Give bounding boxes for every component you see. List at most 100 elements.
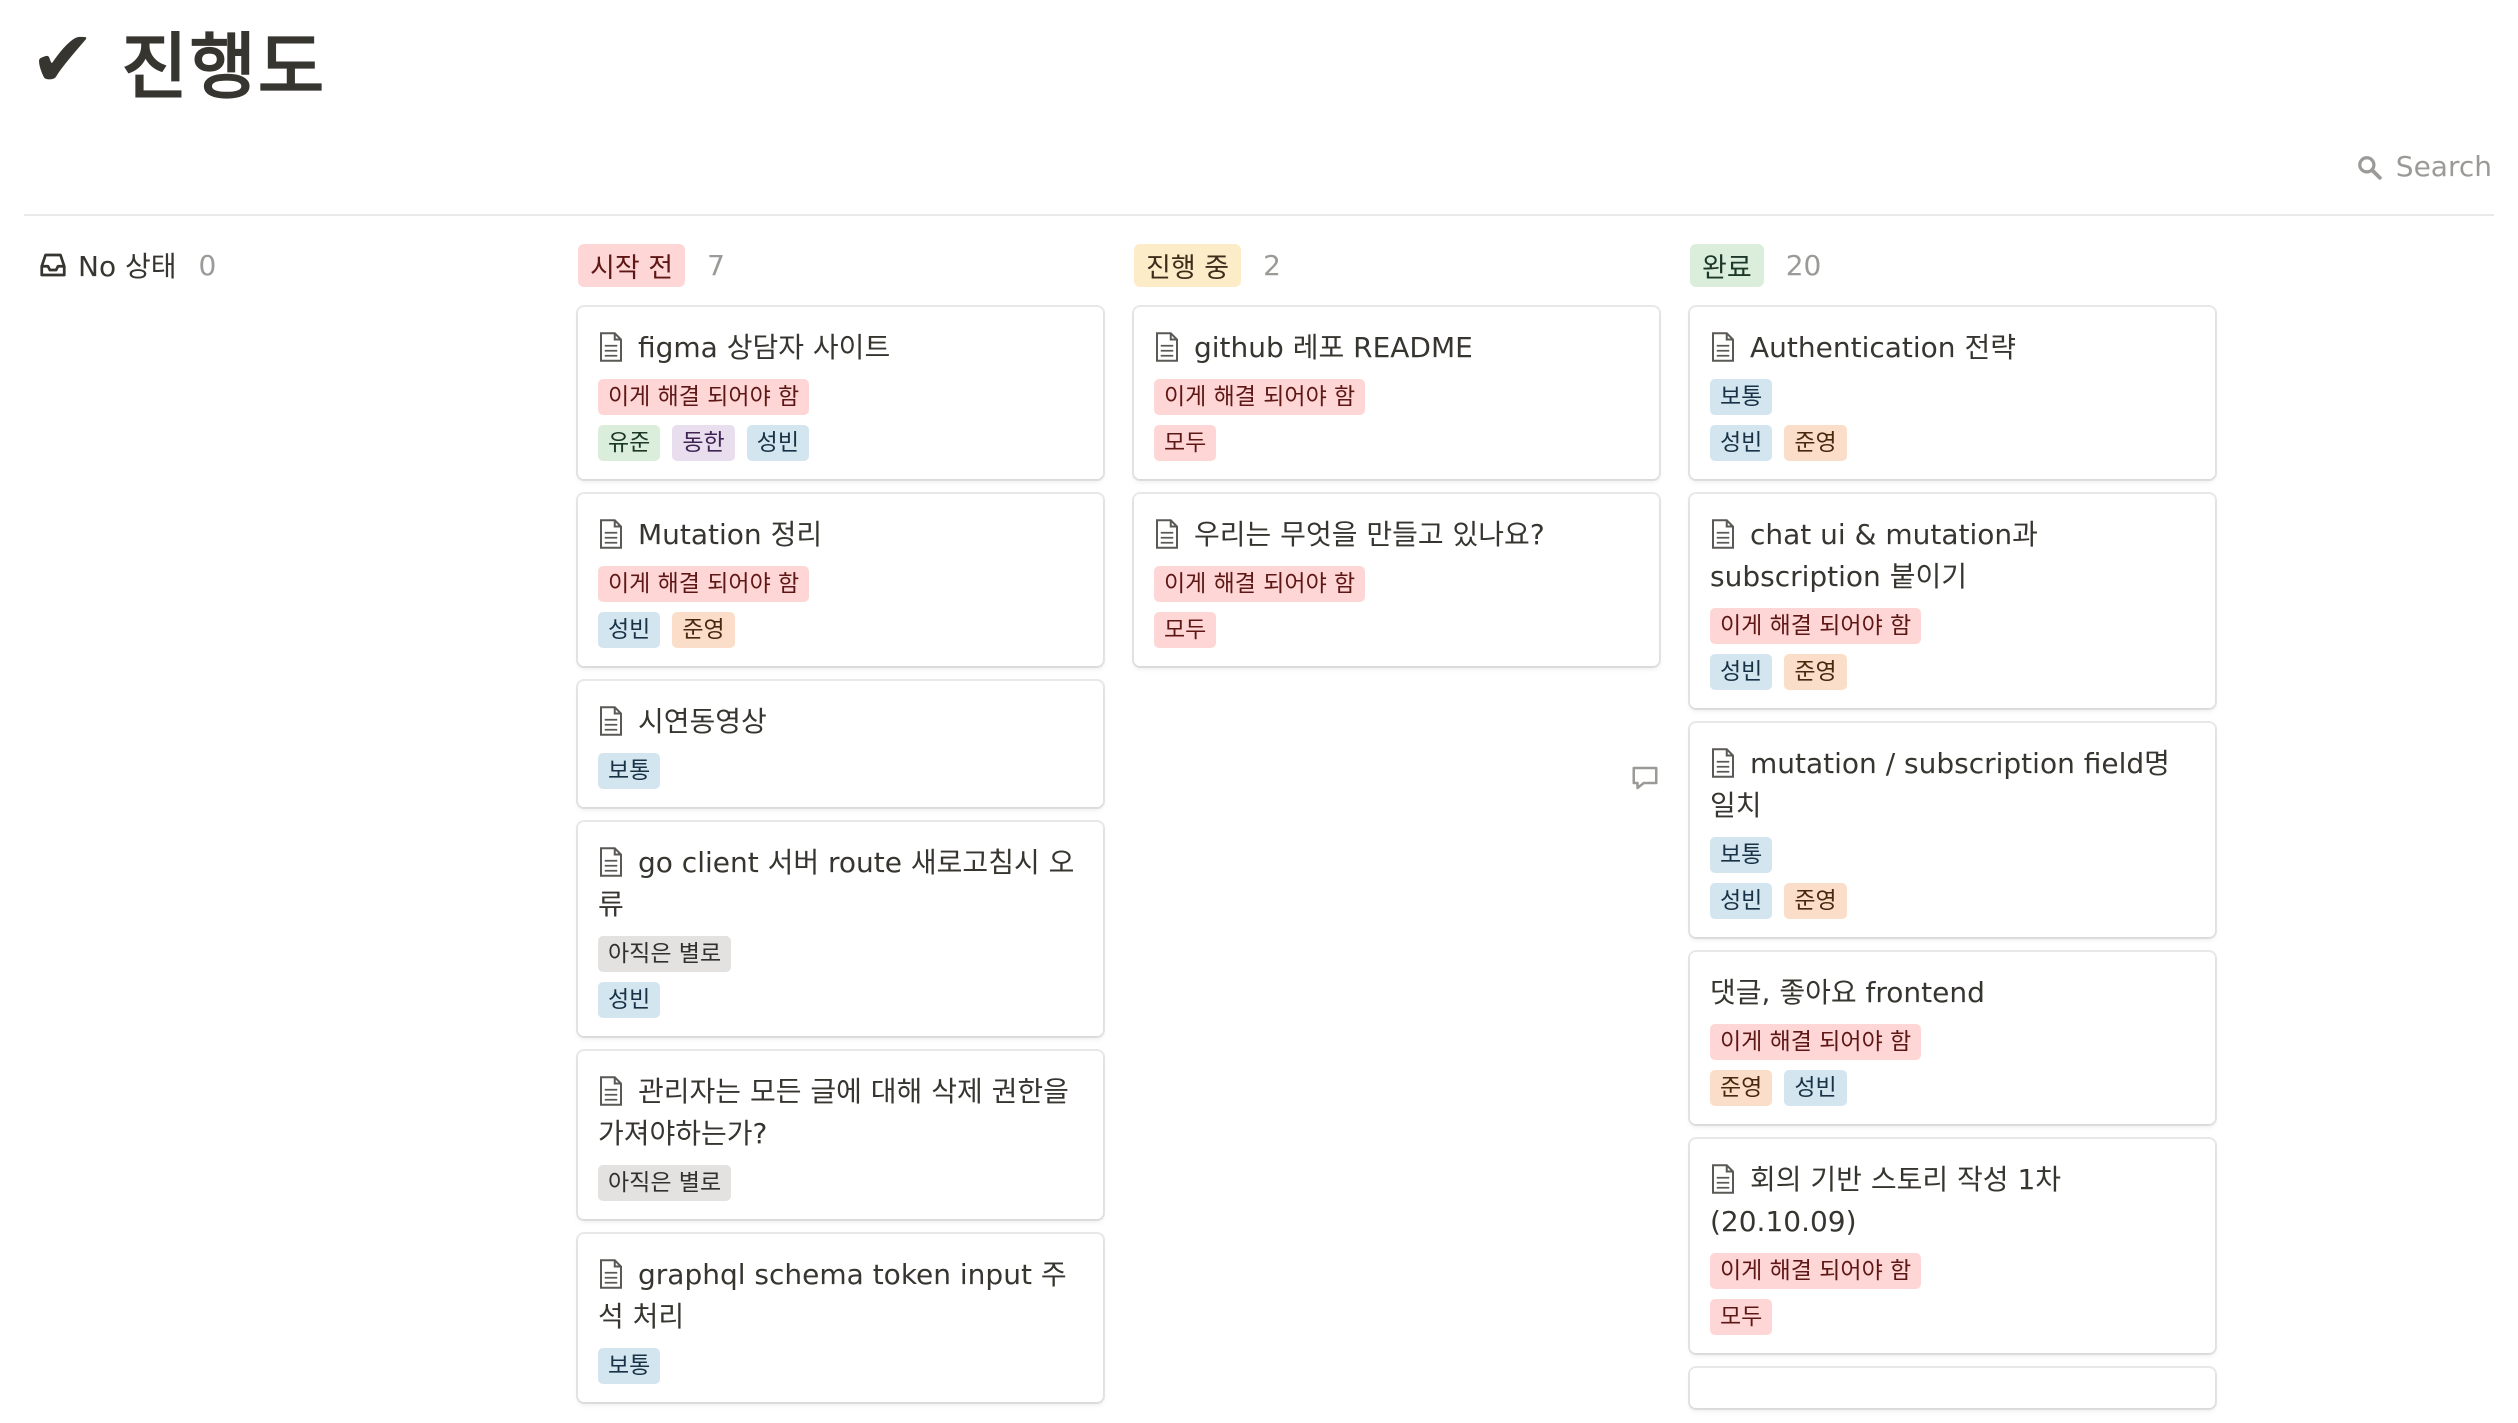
priority-tag: 이게 해결 되어야 함 (1710, 1024, 1922, 1060)
card-title: Authentication 전략 (1710, 327, 2195, 369)
card-title-text: Authentication 전략 (1750, 331, 2016, 364)
search-button[interactable]: Search (2356, 150, 2492, 183)
comment-icon[interactable] (1630, 763, 1660, 793)
card-title-text: chat ui & mutation과 subscription 붙이기 (1710, 518, 2038, 593)
board-card[interactable]: 관리자는 모든 글에 대해 삭제 권한을 가져야하는가? 아직은 별로 (578, 1051, 1103, 1219)
priority-tag: 아직은 별로 (598, 1165, 732, 1201)
card-title-text: 우리는 무엇을 만들고 있나요? (1194, 518, 1545, 551)
page-icon (600, 1076, 622, 1106)
card-title-text: mutation / subscription field명 일치 (1710, 747, 2170, 822)
column-title: 완료 (1690, 243, 1764, 287)
priority-tag: 아직은 별로 (598, 936, 732, 972)
column-title: No 상태 (78, 250, 177, 283)
card-title-text: Mutation 정리 (638, 518, 823, 551)
person-tag: 준영 (672, 612, 735, 648)
card-title-text: go client 서버 route 새로고침시 오류 (598, 846, 1075, 921)
column-count: 2 (1263, 248, 1281, 282)
board-card[interactable]: 시연동영상 보통 (578, 681, 1103, 807)
card-title: 회의 기반 스토리 작성 1차(20.10.09) (1710, 1159, 2195, 1243)
page-icon (1712, 332, 1734, 362)
board-card[interactable]: go client 서버 route 새로고침시 오류 아직은 별로 성빈 (578, 822, 1103, 1036)
board-card[interactable]: Authentication 전략 보통 성빈 준영 (1690, 307, 2215, 479)
card-title-text: 회의 기반 스토리 작성 1차(20.10.09) (1710, 1163, 2062, 1238)
person-tag: 성빈 (1710, 425, 1773, 461)
page-icon (1712, 519, 1734, 549)
search-icon (2357, 155, 2382, 180)
page-icon (1156, 519, 1178, 549)
person-tag: 준영 (1784, 654, 1847, 690)
person-tag: 성빈 (746, 425, 809, 461)
card-title: graphql schema token input 주석 처리 (598, 1254, 1083, 1338)
board-card[interactable]: figma 상담자 사이트 이게 해결 되어야 함 유준 동한 성빈 (578, 307, 1103, 479)
card-title-text: 댓글, 좋아요 frontend (1710, 976, 1985, 1009)
page-title[interactable]: 진행도 (121, 8, 326, 113)
page-icon (1156, 332, 1178, 362)
board-card[interactable]: 댓글, 좋아요 frontend 이게 해결 되어야 함 준영 성빈 (1690, 952, 2215, 1124)
column-header[interactable]: 완료 20 (1690, 243, 2215, 287)
priority-tag: 이게 해결 되어야 함 (1710, 1253, 1922, 1289)
person-tag: 준영 (1784, 883, 1847, 919)
divider (24, 214, 2494, 216)
person-tag: 동한 (672, 425, 735, 461)
priority-tag: 이게 해결 되어야 함 (1154, 379, 1366, 415)
person-tag: 성빈 (1710, 654, 1773, 690)
person-tag: 성빈 (1784, 1070, 1847, 1106)
board-column-done: 완료 20 Authentication 전략 보통 성빈 준영 chat ui… (1690, 243, 2215, 1423)
board-card[interactable]: chat ui & mutation과 subscription 붙이기 이게 … (1690, 494, 2215, 708)
person-tag: 준영 (1784, 425, 1847, 461)
page-icon (600, 847, 622, 877)
board-card[interactable]: 우리는 무엇을 만들고 있나요? 이게 해결 되어야 함 모두 (1134, 494, 1659, 666)
card-title: go client 서버 route 새로고침시 오류 (598, 842, 1083, 926)
column-header[interactable]: 시작 전 7 (578, 243, 1103, 287)
board-column-no-status: No 상태 0 (38, 245, 563, 285)
person-tag: 모두 (1154, 612, 1217, 648)
person-tag: 성빈 (1710, 883, 1773, 919)
priority-tag: 이게 해결 되어야 함 (1154, 566, 1366, 602)
card-title: chat ui & mutation과 subscription 붙이기 (1710, 514, 2195, 598)
priority-tag: 이게 해결 되어야 함 (598, 379, 810, 415)
column-header[interactable]: 진행 중 2 (1134, 243, 1659, 287)
board-card[interactable]: mutation / subscription field명 일치 보통 성빈 … (1690, 723, 2215, 937)
board-card[interactable]: github 레포 README 이게 해결 되어야 함 모두 (1134, 307, 1659, 479)
column-title: 진행 중 (1134, 243, 1242, 287)
card-title: 시연동영상 (598, 701, 1083, 743)
board-column-not-started: 시작 전 7 figma 상담자 사이트 이게 해결 되어야 함 유준 동한 성… (578, 243, 1103, 1417)
page-icon (600, 519, 622, 549)
card-title: mutation / subscription field명 일치 (1710, 743, 2195, 827)
column-count: 0 (198, 248, 217, 282)
page-icon (1712, 1164, 1734, 1194)
board-card[interactable]: 회의 기반 스토리 작성 1차(20.10.09) 이게 해결 되어야 함 모두 (1690, 1139, 2215, 1353)
card-title-text: figma 상담자 사이트 (638, 331, 891, 364)
priority-tag: 이게 해결 되어야 함 (1710, 608, 1922, 644)
card-title-text: 시연동영상 (638, 705, 767, 738)
checkmark-icon[interactable]: ✔ (30, 21, 95, 99)
board-card[interactable] (1690, 1368, 2215, 1408)
inbox-icon (40, 253, 66, 277)
card-title: figma 상담자 사이트 (598, 327, 1083, 369)
priority-tag: 보통 (1710, 379, 1773, 415)
card-title: Mutation 정리 (598, 514, 1083, 556)
board-card[interactable]: Mutation 정리 이게 해결 되어야 함 성빈 준영 (578, 494, 1103, 666)
card-list: figma 상담자 사이트 이게 해결 되어야 함 유준 동한 성빈 Mutat… (578, 307, 1103, 1402)
card-list: github 레포 README 이게 해결 되어야 함 모두 우리는 무엇을 … (1134, 307, 1659, 666)
board-column-in-progress: 진행 중 2 github 레포 README 이게 해결 되어야 함 모두 우… (1134, 243, 1659, 681)
column-header[interactable]: No 상태 0 (38, 245, 563, 285)
card-title: 관리자는 모든 글에 대해 삭제 권한을 가져야하는가? (598, 1071, 1083, 1155)
person-tag: 성빈 (598, 612, 661, 648)
column-title: 시작 전 (578, 243, 686, 287)
card-title-text: 관리자는 모든 글에 대해 삭제 권한을 가져야하는가? (598, 1075, 1069, 1150)
board-card[interactable]: graphql schema token input 주석 처리 보통 (578, 1234, 1103, 1402)
card-title: 댓글, 좋아요 frontend (1710, 972, 2195, 1014)
page-icon (1712, 748, 1734, 778)
page-icon (600, 706, 622, 736)
card-title: 우리는 무엇을 만들고 있나요? (1154, 514, 1639, 556)
priority-tag: 이게 해결 되어야 함 (598, 566, 810, 602)
page-icon (600, 1259, 622, 1289)
column-count: 20 (1785, 248, 1822, 282)
person-tag: 성빈 (598, 982, 661, 1018)
column-count: 7 (707, 248, 725, 282)
priority-tag: 보통 (598, 1348, 661, 1384)
card-list: Authentication 전략 보통 성빈 준영 chat ui & mut… (1690, 307, 2215, 1408)
person-tag: 모두 (1710, 1299, 1773, 1335)
page-header: ✔ 진행도 (30, 10, 326, 110)
